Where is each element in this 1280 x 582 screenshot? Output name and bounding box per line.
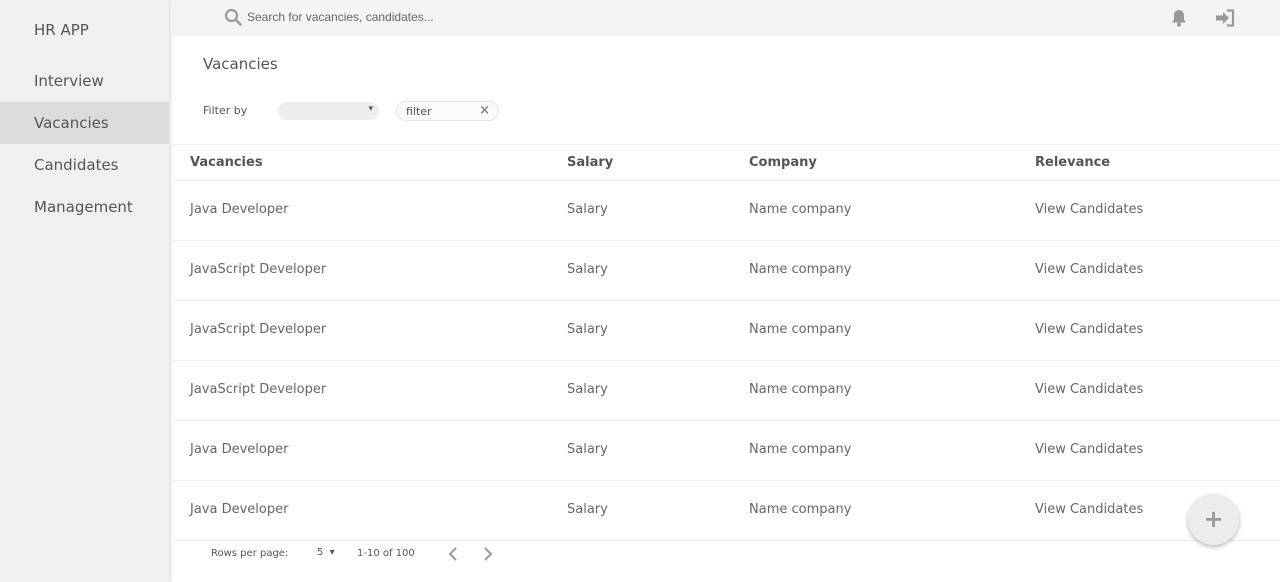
salary-cell: Salary <box>567 262 608 277</box>
chevron-down-icon: ▾ <box>368 104 373 114</box>
page-title: Vacancies <box>203 55 278 73</box>
company-cell: Name company <box>749 502 852 517</box>
plus-icon: + <box>1203 505 1224 533</box>
table-divider <box>171 144 1280 145</box>
company-cell: Name company <box>749 442 852 457</box>
column-header-vacancies[interactable]: Vacancies <box>190 155 263 170</box>
column-header-salary[interactable]: Salary <box>567 155 613 170</box>
view-candidates-link[interactable]: View Candidates <box>1035 382 1143 397</box>
table-row[interactable]: JavaScript Developer Salary Name company… <box>171 301 1280 361</box>
salary-cell: Salary <box>567 382 608 397</box>
company-cell: Name company <box>749 382 852 397</box>
view-candidates-link[interactable]: View Candidates <box>1035 262 1143 277</box>
vacancy-cell: JavaScript Developer <box>190 322 327 337</box>
filter-chip[interactable]: filter × <box>396 101 499 121</box>
search-input[interactable] <box>247 8 647 26</box>
filter-chip-label: filter <box>406 105 432 118</box>
vacancy-cell: Java Developer <box>190 502 289 517</box>
logout-icon[interactable] <box>1214 8 1236 28</box>
table-row[interactable]: JavaScript Developer Salary Name company… <box>171 361 1280 421</box>
company-cell: Name company <box>749 322 852 337</box>
salary-cell: Salary <box>567 502 608 517</box>
salary-cell: Salary <box>567 322 608 337</box>
sidebar-item-interview[interactable]: Interview <box>0 60 169 102</box>
column-header-relevance[interactable]: Relevance <box>1035 155 1110 170</box>
app-title: HR APP <box>34 21 89 39</box>
salary-cell: Salary <box>567 202 608 217</box>
column-header-company[interactable]: Company <box>749 155 817 170</box>
chevron-left-icon[interactable] <box>446 545 460 563</box>
vacancy-cell: Java Developer <box>190 202 289 217</box>
rows-per-page-label: Rows per page: <box>211 548 289 559</box>
top-bar <box>171 0 1280 36</box>
rows-per-page-select[interactable]: 5 ▾ <box>317 547 335 558</box>
page-range: 1-10 of 100 <box>357 548 415 559</box>
company-cell: Name company <box>749 262 852 277</box>
vacancy-cell: JavaScript Developer <box>190 262 327 277</box>
view-candidates-link[interactable]: View Candidates <box>1035 322 1143 337</box>
close-icon[interactable]: × <box>479 103 490 118</box>
filter-by-select[interactable]: ▾ <box>278 102 379 120</box>
filter-label: Filter by <box>203 104 248 117</box>
sidebar: HR APP Interview Vacancies Candidates Ma… <box>0 0 169 582</box>
vacancy-cell: JavaScript Developer <box>190 382 327 397</box>
rows-per-page-value: 5 <box>317 547 324 558</box>
sidebar-item-management[interactable]: Management <box>0 186 169 228</box>
vacancy-cell: Java Developer <box>190 442 289 457</box>
table-row[interactable]: Java Developer Salary Name company View … <box>171 181 1280 241</box>
table-row[interactable]: Java Developer Salary Name company View … <box>171 481 1280 541</box>
view-candidates-link[interactable]: View Candidates <box>1035 502 1143 517</box>
table-row[interactable]: JavaScript Developer Salary Name company… <box>171 241 1280 301</box>
chevron-down-icon: ▾ <box>329 547 335 558</box>
bell-icon[interactable] <box>1169 8 1189 28</box>
company-cell: Name company <box>749 202 852 217</box>
sidebar-item-vacancies[interactable]: Vacancies <box>0 102 169 144</box>
add-vacancy-button[interactable]: + <box>1188 494 1239 545</box>
sidebar-item-candidates[interactable]: Candidates <box>0 144 169 186</box>
search-icon <box>224 8 242 26</box>
view-candidates-link[interactable]: View Candidates <box>1035 202 1143 217</box>
chevron-right-icon[interactable] <box>481 545 495 563</box>
table-row[interactable]: Java Developer Salary Name company View … <box>171 421 1280 481</box>
salary-cell: Salary <box>567 442 608 457</box>
view-candidates-link[interactable]: View Candidates <box>1035 442 1143 457</box>
